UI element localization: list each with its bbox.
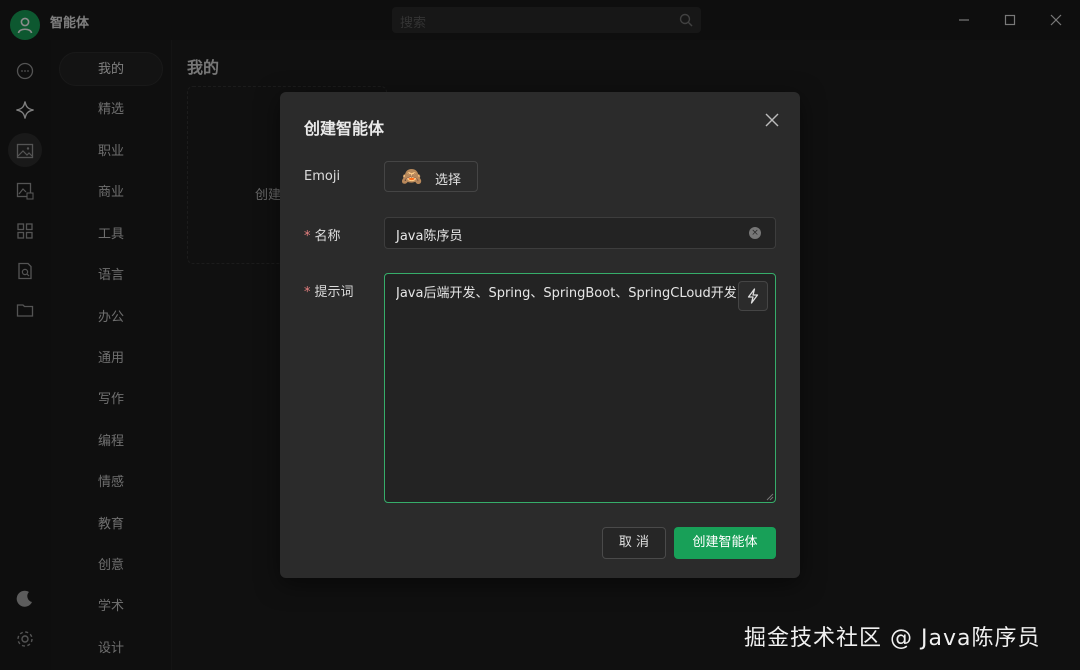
clear-icon[interactable]: × [749, 227, 761, 239]
create-agent-dialog: 创建智能体 Emoji 🙈 选择 * 名称 Java陈序员 × * 提示词 Java… [280, 92, 800, 578]
create-agent-button[interactable]: 创建智能体 [674, 527, 776, 559]
dialog-title: 创建智能体 [304, 119, 385, 138]
optimize-prompt-button[interactable] [738, 281, 768, 311]
name-label-text: 名称 [314, 229, 341, 244]
name-field[interactable]: Java陈序员 × [384, 217, 776, 249]
emoji-label: Emoji [304, 169, 341, 184]
prompt-label: * 提示词 [304, 281, 354, 300]
cancel-button[interactable]: 取 消 [602, 527, 666, 559]
prompt-value: Java后端开发、Spring、SpringBoot、SpringCLoud开发 [396, 286, 736, 301]
name-label: * 名称 [304, 225, 341, 244]
lightning-icon [747, 288, 759, 304]
emoji-select-button[interactable]: 🙈 选择 [384, 161, 478, 192]
monkey-emoji-icon: 🙈 [401, 167, 423, 187]
name-value: Java陈序员 [396, 229, 463, 244]
resize-grip-icon[interactable] [766, 493, 774, 501]
prompt-textarea[interactable]: Java后端开发、Spring、SpringBoot、SpringCLoud开发 [384, 273, 776, 503]
emoji-select-label: 选择 [435, 173, 462, 188]
required-mark: * [304, 229, 311, 244]
close-icon [765, 113, 779, 127]
required-mark: * [304, 285, 311, 300]
prompt-label-text: 提示词 [314, 285, 354, 300]
dialog-close-button[interactable] [762, 110, 782, 130]
watermark: 掘金技术社区 @ Java陈序员 [744, 626, 1041, 651]
